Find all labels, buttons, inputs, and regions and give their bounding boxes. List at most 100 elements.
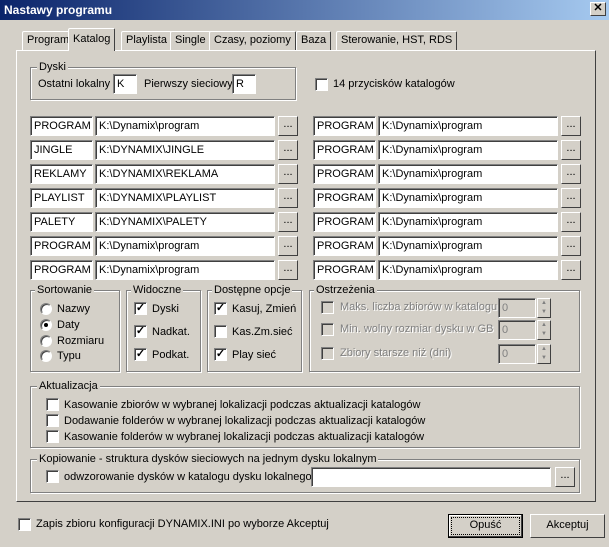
left-dir-browse-button[interactable]: ... (278, 212, 298, 232)
left-dir-browse-button[interactable]: ... (278, 164, 298, 184)
dyski-group-title: Dyski (37, 61, 68, 73)
mirror-disks-label: odwzorowanie dysków w katalogu dysku lok… (64, 471, 315, 483)
right-dir-path-field[interactable]: K:\Dynamix\program (378, 116, 558, 136)
left-dir-path-field[interactable]: K:\Dynamix\program (95, 260, 275, 280)
right-dir-browse-button[interactable]: ... (561, 260, 581, 280)
warn-min-free-space-field[interactable]: 0 (498, 320, 536, 340)
right-dir-path-field[interactable]: K:\Dynamix\program (378, 188, 558, 208)
mirror-disks-checkbox[interactable] (46, 470, 59, 483)
warn-max-files-spinner[interactable]: ▲ ▼ (537, 298, 551, 318)
right-dir-browse-button[interactable]: ... (561, 236, 581, 256)
right-dir-browse-button[interactable]: ... (561, 140, 581, 160)
left-dir-path-field[interactable]: K:\Dynamix\program (95, 116, 275, 136)
tab-playlista[interactable]: Playlista (121, 31, 172, 50)
right-dir-name-field[interactable]: PROGRAM (313, 188, 376, 208)
widoczne-nadkat-label: Nadkat. (152, 326, 190, 338)
left-dir-path-field[interactable]: K:\DYNAMIX\JINGLE (95, 140, 275, 160)
left-dir-name-field[interactable]: JINGLE (30, 140, 93, 160)
right-dir-browse-button[interactable]: ... (561, 164, 581, 184)
widoczne-podkat-label: Podkat. (152, 349, 190, 361)
close-button[interactable]: ✕ (590, 2, 606, 16)
left-dir-name-field[interactable]: PROGRAM (30, 116, 93, 136)
warn-older-than-days-spinner[interactable]: ▲ ▼ (537, 344, 551, 364)
update-delete-files-checkbox[interactable] (46, 398, 59, 411)
play-siec-checkbox[interactable]: ✓ (214, 348, 227, 361)
warn-max-files-field[interactable]: 0 (498, 298, 536, 318)
right-dir-browse-button[interactable]: ... (561, 188, 581, 208)
right-dir-browse-button[interactable]: ... (561, 212, 581, 232)
sort-daty-radio[interactable] (40, 319, 52, 331)
network-disk-field[interactable]: R (232, 74, 256, 94)
left-dir-name-field[interactable]: PALETY (30, 212, 93, 232)
update-add-folders-checkbox[interactable] (46, 414, 59, 427)
mirror-disks-path-field[interactable] (311, 467, 551, 487)
left-dir-name-field[interactable]: PLAYLIST (30, 188, 93, 208)
local-disk-field[interactable]: K (113, 74, 137, 94)
tab-czasy-poziomy[interactable]: Czasy, poziomy (209, 31, 296, 50)
tab-katalog[interactable]: Katalog (68, 28, 116, 51)
sort-typu-radio[interactable] (40, 350, 52, 362)
right-dir-path-field[interactable]: K:\Dynamix\program (378, 164, 558, 184)
right-dir-name-field[interactable]: PROGRAM (313, 140, 376, 160)
14-buttons-label: 14 przycisków katalogów (333, 78, 455, 90)
right-dir-browse-button[interactable]: ... (561, 116, 581, 136)
warn-older-than-days-field[interactable]: 0 (498, 344, 536, 364)
spin-down-icon[interactable]: ▼ (538, 354, 550, 363)
sort-rozmiaru-radio[interactable] (40, 335, 52, 347)
sort-daty-label: Daty (57, 319, 80, 331)
right-dir-name-field[interactable]: PROGRAM (313, 260, 376, 280)
right-dir-name-field[interactable]: PROGRAM (313, 116, 376, 136)
spin-down-icon[interactable]: ▼ (538, 308, 550, 317)
right-dir-path-field[interactable]: K:\Dynamix\program (378, 260, 558, 280)
right-dir-path-field[interactable]: K:\Dynamix\program (378, 140, 558, 160)
left-dir-path-field[interactable]: K:\DYNAMIX\PLAYLIST (95, 188, 275, 208)
left-dir-browse-button[interactable]: ... (278, 116, 298, 136)
sort-nazwy-radio[interactable] (40, 303, 52, 315)
spin-up-icon[interactable]: ▲ (538, 299, 550, 308)
tab-single[interactable]: Single (170, 31, 211, 50)
14-buttons-checkbox[interactable] (315, 78, 328, 91)
warn-min-free-space-spinner[interactable]: ▲ ▼ (537, 320, 551, 340)
spin-down-icon[interactable]: ▼ (538, 330, 550, 339)
tab-baza[interactable]: Baza (296, 31, 332, 50)
mirror-disks-browse-button[interactable]: ... (555, 467, 575, 487)
left-dir-path-field[interactable]: K:\DYNAMIX\REKLAMA (95, 164, 275, 184)
warn-max-files-checkbox[interactable] (321, 301, 334, 314)
left-dir-name-field[interactable]: PROGRAM (30, 260, 93, 280)
left-dir-name-field[interactable]: REKLAMY (30, 164, 93, 184)
tab-program[interactable]: Program (22, 31, 75, 50)
sort-rozmiaru-label: Rozmiaru (57, 335, 105, 347)
kasuj-zmien-checkbox[interactable]: ✓ (214, 302, 227, 315)
left-dir-browse-button[interactable]: ... (278, 188, 298, 208)
widoczne-dyski-label: Dyski (152, 303, 179, 315)
widoczne-dyski-checkbox[interactable]: ✓ (134, 302, 147, 315)
tab-sterowanie[interactable]: Sterowanie, HST, RDS (336, 31, 458, 50)
accept-button[interactable]: Akceptuj (530, 514, 605, 538)
warn-min-free-space-label: Min. wolny rozmiar dysku w GB (340, 323, 494, 335)
cancel-button[interactable]: Opuść (448, 514, 523, 538)
save-config-checkbox[interactable] (18, 518, 31, 531)
left-dir-browse-button[interactable]: ... (278, 140, 298, 160)
right-dir-path-field[interactable]: K:\Dynamix\program (378, 212, 558, 232)
left-dir-path-field[interactable]: K:\DYNAMIX\PALETY (95, 212, 275, 232)
left-dir-browse-button[interactable]: ... (278, 236, 298, 256)
right-dir-name-field[interactable]: PROGRAM (313, 164, 376, 184)
spin-up-icon[interactable]: ▲ (538, 321, 550, 330)
warn-older-than-days-checkbox[interactable] (321, 347, 334, 360)
left-dir-name-field[interactable]: PROGRAM (30, 236, 93, 256)
update-delete-files-label: Kasowanie zbiorów w wybranej lokalizacji… (64, 399, 421, 411)
sort-typu-label: Typu (57, 350, 81, 362)
widoczne-nadkat-checkbox[interactable]: ✓ (134, 325, 147, 338)
right-dir-path-field[interactable]: K:\Dynamix\program (378, 236, 558, 256)
right-dir-name-field[interactable]: PROGRAM (313, 212, 376, 232)
kopiowanie-title: Kopiowanie - struktura dysków sieciowych… (37, 453, 379, 465)
dostepne-title: Dostępne opcje (212, 284, 293, 296)
update-delete-folders-checkbox[interactable] (46, 430, 59, 443)
widoczne-podkat-checkbox[interactable]: ✓ (134, 348, 147, 361)
right-dir-name-field[interactable]: PROGRAM (313, 236, 376, 256)
spin-up-icon[interactable]: ▲ (538, 345, 550, 354)
left-dir-browse-button[interactable]: ... (278, 260, 298, 280)
left-dir-path-field[interactable]: K:\Dynamix\program (95, 236, 275, 256)
kas-zm-siec-checkbox[interactable] (214, 325, 227, 338)
warn-min-free-space-checkbox[interactable] (321, 323, 334, 336)
